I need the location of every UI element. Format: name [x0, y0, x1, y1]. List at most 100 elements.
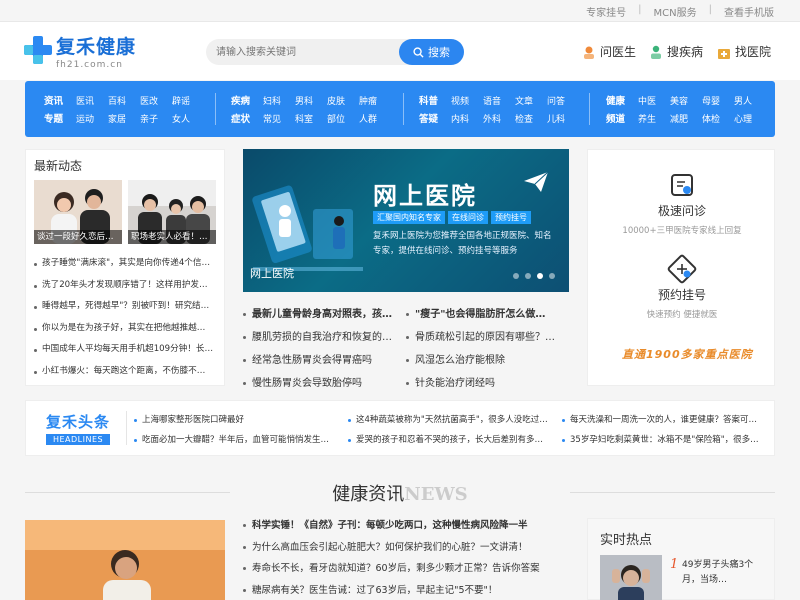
category-item[interactable]: 心理 — [734, 112, 766, 125]
headlines-column: 每天洗澡和一周洗一次的人，谁更健康？答案可… 35岁孕妇吃剩菜黄世：冰箱不是"保… — [562, 410, 768, 450]
banner-tags: 汇聚国内知名专家 在线问诊 预约挂号 — [373, 211, 531, 224]
list-item[interactable]: 腰肌劳损的自我治疗和恢复的… — [243, 326, 395, 349]
category-item[interactable]: 美容 — [670, 94, 702, 107]
nav-search-disease[interactable]: 搜疾病 — [649, 43, 703, 60]
category-item[interactable]: 皮肤 — [327, 94, 359, 107]
carousel-dot-active[interactable] — [537, 273, 543, 279]
search-button[interactable]: 搜索 — [399, 39, 464, 65]
divider — [589, 93, 590, 125]
category-item[interactable]: 减肥 — [670, 112, 702, 125]
online-hospital-banner[interactable]: 网上医院 汇聚国内知名专家 在线问诊 预约挂号 复禾网上医院为您推荐全国各地正规… — [243, 149, 569, 292]
category-item[interactable]: 科室 — [295, 112, 327, 125]
category-item[interactable]: 儿科 — [547, 112, 579, 125]
category-item[interactable]: 医改 — [140, 94, 172, 107]
carousel-dot[interactable] — [513, 273, 519, 279]
category-head[interactable]: 专题 — [44, 111, 76, 125]
list-item[interactable]: 骨质疏松引起的原因有哪些？… — [406, 326, 569, 349]
list-item[interactable]: 科学实锤！《自然》子刊：每顿少吃两口，这种慢性病风险降一半 — [243, 515, 563, 537]
list-item[interactable]: 针灸能治疗闭经吗 — [406, 372, 569, 395]
category-item[interactable]: 医讯 — [76, 94, 108, 107]
category-item[interactable]: 养生 — [638, 112, 670, 125]
category-item[interactable]: 问答 — [547, 94, 579, 107]
category-item[interactable]: 百科 — [108, 94, 140, 107]
section-title-en: NEWS — [404, 484, 468, 505]
category-head[interactable]: 症状 — [231, 111, 263, 125]
section-title-news: 健康资讯NEWS — [0, 480, 800, 506]
category-item[interactable]: 肿瘤 — [359, 94, 391, 107]
category-item[interactable]: 检查 — [515, 112, 547, 125]
category-group-disease: 疾病 妇科 男科 皮肤 肿瘤 症状 常见 科室 部位 人群 — [231, 91, 391, 127]
category-head[interactable]: 科普 — [419, 93, 451, 107]
hot-topic-image[interactable] — [600, 555, 662, 600]
search-input[interactable] — [216, 42, 396, 62]
category-item[interactable]: 男人 — [734, 94, 766, 107]
list-item[interactable]: 为什么高血压会引起心脏肥大？如何保护我们的心脏？一文讲清！ — [243, 537, 563, 559]
list-item[interactable]: 风湿怎么治疗能根除 — [406, 349, 569, 372]
list-item[interactable]: 慢性肠胃炎会导致胎停吗 — [243, 372, 395, 395]
banner-tag: 预约挂号 — [491, 211, 531, 224]
category-head[interactable]: 疾病 — [231, 93, 263, 107]
health-news-list: 科学实锤！《自然》子刊：每顿少吃两口，这种慢性病风险降一半 为什么高血压会引起心… — [243, 515, 563, 600]
list-item[interactable]: 中国成年人平均每天用手机超109分钟！长… — [34, 339, 220, 361]
divider: | — [708, 4, 712, 15]
list-item[interactable]: 睡得越早，死得越早"？别被吓到！研究结… — [34, 296, 220, 318]
section-title-cn: 健康资讯 — [332, 484, 405, 505]
carousel-dot[interactable] — [525, 273, 531, 279]
person-icon — [651, 45, 661, 59]
category-item[interactable]: 内科 — [451, 112, 483, 125]
list-item[interactable]: "瘦子"也会得脂肪肝怎么做… — [406, 303, 569, 326]
headline-item[interactable]: 爱哭的孩子和忍着不哭的孩子，长大后差别有多… — [348, 430, 554, 450]
headline-item[interactable]: 35岁孕妇吃剩菜黄世：冰箱不是"保险箱"，很多… — [562, 430, 768, 450]
list-item[interactable]: 寿命长不长，看牙齿就知道？60岁后，剩多少颗才正常？告诉你答案 — [243, 558, 563, 580]
service-booking[interactable]: 预约挂号 快速预约 便捷就医 — [588, 253, 776, 320]
banner-description: 复禾网上医院为您推荐全国各地正规医院、知名专家，提供在线问诊、预约挂号等服务 — [373, 231, 552, 256]
category-item[interactable]: 母婴 — [702, 94, 734, 107]
category-item[interactable]: 中医 — [638, 94, 670, 107]
category-item[interactable]: 视频 — [451, 94, 483, 107]
category-item[interactable]: 常见 — [263, 112, 295, 125]
hot-topic-text[interactable]: 49岁男子头痛3个月，当场… — [682, 558, 758, 588]
service-fast-consult[interactable]: 极速问诊 10000+三甲医院专家线上回复 — [588, 174, 776, 236]
category-item[interactable]: 家居 — [108, 112, 140, 125]
top-link-mcn[interactable]: MCN服务 — [654, 4, 697, 19]
category-item[interactable]: 文章 — [515, 94, 547, 107]
category-item[interactable]: 部位 — [327, 112, 359, 125]
top-link-mobile[interactable]: 查看手机版 — [724, 4, 774, 19]
list-item[interactable]: 糖尿病有关？医生告诫：过了63岁后，早起主记"5不要"！ — [243, 580, 563, 600]
headline-item[interactable]: 吃面必加一大瓣醋？半年后，血管可能悄悄发生… — [134, 430, 340, 450]
category-item[interactable]: 辟谣 — [172, 94, 204, 107]
list-item[interactable]: 孩子睡觉"满床滚"，其实是向你传递4个信… — [34, 253, 220, 275]
category-item[interactable]: 人群 — [359, 112, 391, 125]
category-head[interactable]: 健康 — [606, 93, 638, 107]
list-item[interactable]: 洗了20年头才发现顺序错了！这样用护发… — [34, 275, 220, 297]
site-logo[interactable]: 复禾健康 fh21.com.cn — [24, 36, 136, 70]
category-item[interactable]: 女人 — [172, 112, 204, 125]
nav-find-hospital[interactable]: 找医院 — [717, 43, 771, 60]
headline-item[interactable]: 每天洗澡和一周洗一次的人，谁更健康？答案可… — [562, 410, 768, 430]
top-link-expert[interactable]: 专家挂号 — [586, 4, 626, 19]
category-head[interactable]: 频道 — [606, 111, 638, 125]
news-thumb[interactable]: 职场老实人必看！… — [128, 180, 216, 244]
category-item[interactable]: 男科 — [295, 94, 327, 107]
news-thumb[interactable]: 谈过一段好久恋后… — [34, 180, 122, 244]
list-item[interactable]: 经常急性肠胃炎会得胃癌吗 — [243, 349, 395, 372]
news-feature-image[interactable] — [25, 520, 225, 600]
category-head[interactable]: 资讯 — [44, 93, 76, 107]
headline-item[interactable]: 上海哪家整形医院口碑最好 — [134, 410, 340, 430]
promo-text[interactable]: 直通1900多家重点医院 — [622, 346, 753, 362]
list-item[interactable]: 小红书爆火：每天跑这个距离，不伤膝不… — [34, 361, 220, 383]
headline-item[interactable]: 这4种蔬菜被称为"天然抗菌高手"，很多人没吃过… — [348, 410, 554, 430]
category-head[interactable]: 答疑 — [419, 111, 451, 125]
list-item[interactable]: 最新儿童骨龄身高对照表，孩… — [243, 303, 395, 326]
carousel-dot[interactable] — [549, 273, 555, 279]
category-group-health: 健康 中医 美容 母婴 男人 频道 养生 减肥 体检 心理 — [606, 91, 766, 127]
category-item[interactable]: 亲子 — [140, 112, 172, 125]
category-item[interactable]: 体检 — [702, 112, 734, 125]
banner-tag: 在线问诊 — [448, 211, 488, 224]
category-item[interactable]: 运动 — [76, 112, 108, 125]
category-item[interactable]: 外科 — [483, 112, 515, 125]
nav-ask-doctor[interactable]: 问医生 — [582, 43, 636, 60]
category-item[interactable]: 语音 — [483, 94, 515, 107]
list-item[interactable]: 你以为是在为孩子好，其实在把他越推越… — [34, 318, 220, 340]
category-item[interactable]: 妇科 — [263, 94, 295, 107]
